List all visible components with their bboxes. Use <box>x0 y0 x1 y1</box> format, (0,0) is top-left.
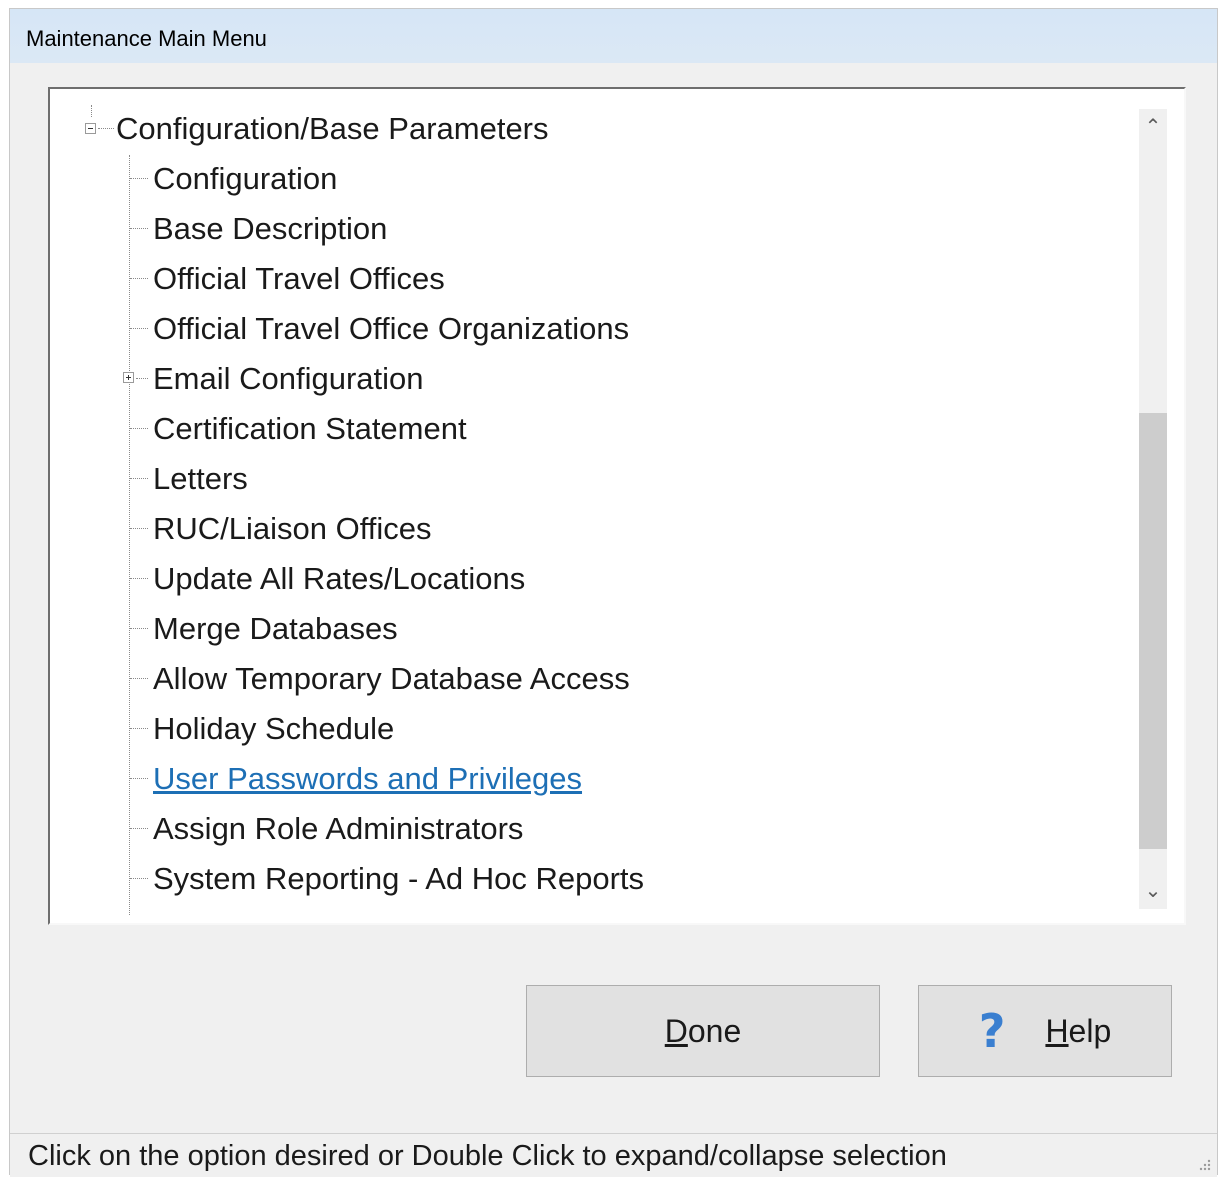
tree-connector <box>98 128 114 129</box>
maintenance-main-menu-window: Maintenance Main Menu Configuration/Base… <box>9 8 1218 1177</box>
tree-connector <box>130 428 148 429</box>
tree-connector <box>130 528 148 529</box>
help-button[interactable]: ? Help <box>918 985 1172 1077</box>
tree-item-official-travel-office-organizations[interactable]: Official Travel Office Organizations <box>153 311 629 347</box>
resize-grip-icon[interactable] <box>1195 1157 1211 1173</box>
tree-item-official-travel-offices[interactable]: Official Travel Offices <box>153 261 445 297</box>
tree-item-system-reporting-ad-hoc-reports[interactable]: System Reporting - Ad Hoc Reports <box>153 861 644 897</box>
tree-connector <box>130 178 148 179</box>
help-button-mnemonic: H <box>1045 1012 1069 1049</box>
tree-root-configuration-base-parameters[interactable]: Configuration/Base Parameters <box>116 111 549 147</box>
tree-connector <box>130 778 148 779</box>
tree-item-assign-role-administrators[interactable]: Assign Role Administrators <box>153 811 523 847</box>
tree-connector <box>130 578 148 579</box>
done-button-mnemonic: D <box>664 1012 688 1049</box>
expand-toggle-icon[interactable] <box>123 372 134 383</box>
tree-item-configuration[interactable]: Configuration <box>153 161 337 197</box>
done-button-label: one <box>687 1012 742 1049</box>
tree-item-merge-databases[interactable]: Merge Databases <box>153 611 398 647</box>
tree-connector <box>130 228 148 229</box>
window-title: Maintenance Main Menu <box>26 26 267 51</box>
done-button[interactable]: Done <box>526 985 880 1077</box>
tree-connector <box>136 378 148 379</box>
tree-connector <box>130 328 148 329</box>
tree-item-user-passwords-and-privileges[interactable]: User Passwords and Privileges <box>153 761 582 797</box>
status-text: Click on the option desired or Double Cl… <box>28 1140 947 1172</box>
tree-connector <box>130 828 148 829</box>
tree-connector <box>91 105 92 117</box>
tree-connector <box>130 478 148 479</box>
tree-item-certification-statement[interactable]: Certification Statement <box>153 411 467 447</box>
status-bar: Click on the option desired or Double Cl… <box>10 1133 1217 1177</box>
tree-item-allow-temporary-database-access[interactable]: Allow Temporary Database Access <box>153 661 630 697</box>
scroll-thumb[interactable] <box>1139 413 1167 849</box>
tree-item-letters[interactable]: Letters <box>153 461 248 497</box>
menu-tree: Configuration/Base Parameters Configurat… <box>50 89 1130 923</box>
tree-item-holiday-schedule[interactable]: Holiday Schedule <box>153 711 394 747</box>
tree-item-base-description[interactable]: Base Description <box>153 211 387 247</box>
help-button-label: elp <box>1068 1012 1112 1049</box>
vertical-scrollbar[interactable]: ⌃ ⌄ <box>1139 109 1167 909</box>
tree-connector <box>130 628 148 629</box>
tree-connector <box>130 678 148 679</box>
tree-connector <box>130 278 148 279</box>
tree-item-ruc-liaison-offices[interactable]: RUC/Liaison Offices <box>153 511 432 547</box>
tree-connector <box>130 728 148 729</box>
scroll-down-arrow-icon[interactable]: ⌄ <box>1139 873 1167 909</box>
tree-connector <box>129 155 130 915</box>
tree-item-update-all-rates-locations[interactable]: Update All Rates/Locations <box>153 561 525 597</box>
tree-connector <box>130 878 148 879</box>
title-bar[interactable]: Maintenance Main Menu <box>10 9 1217 63</box>
tree-item-email-configuration[interactable]: Email Configuration <box>153 361 424 397</box>
menu-tree-panel: Configuration/Base Parameters Configurat… <box>48 87 1186 925</box>
collapse-toggle-icon[interactable] <box>85 123 96 134</box>
scroll-up-arrow-icon[interactable]: ⌃ <box>1139 109 1167 145</box>
question-mark-icon: ? <box>978 1004 1006 1058</box>
